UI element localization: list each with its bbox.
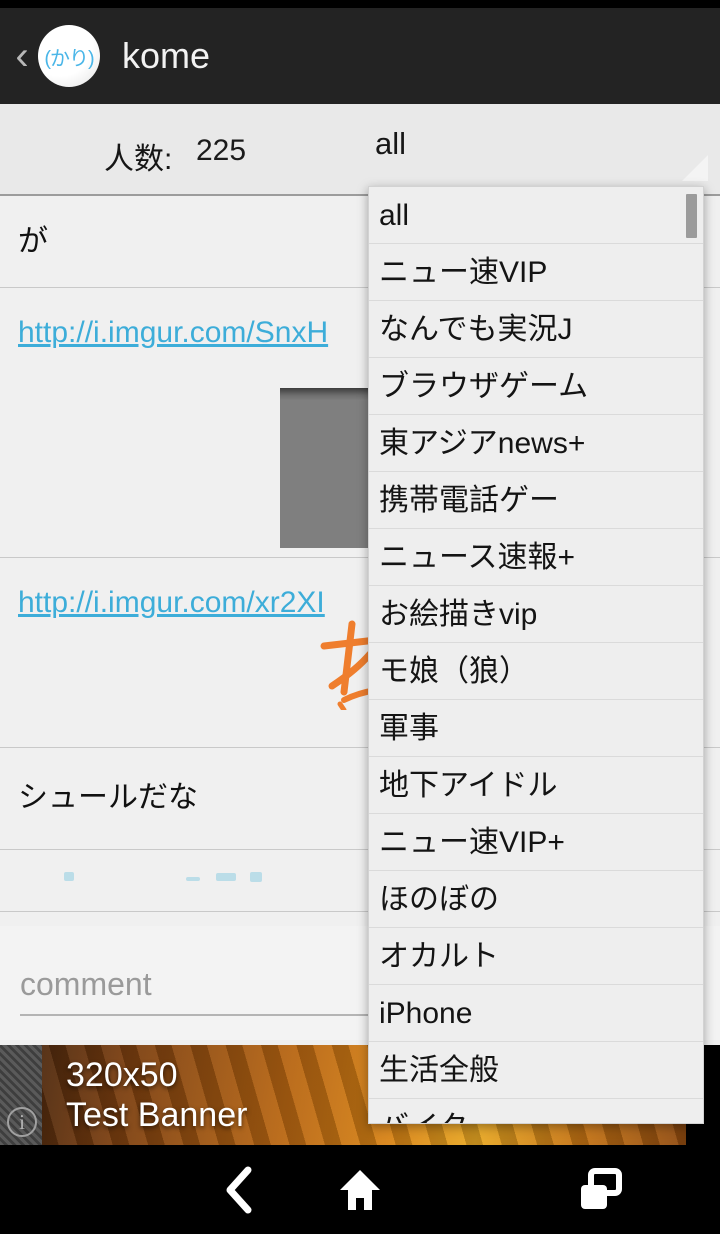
back-icon <box>226 1166 252 1213</box>
app-avatar-label: (かり) <box>44 47 94 70</box>
dropdown-item[interactable]: ブラウザゲーム <box>369 358 703 415</box>
up-back-icon[interactable]: ‹ <box>8 36 36 76</box>
dropdown-item[interactable]: iPhone <box>369 985 703 1042</box>
ad-line-2: Test Banner <box>66 1096 248 1134</box>
dropdown-item[interactable]: ニュー速VIP <box>369 244 703 301</box>
dropdown-item[interactable]: ほのぼの <box>369 871 703 928</box>
dropdown-item[interactable]: ニュー速VIP+ <box>369 814 703 871</box>
post-link[interactable]: http://i.imgur.com/SnxH <box>18 316 328 349</box>
app-screen: ‹ (かり) kome 人数: 225 all が http://i.imgur… <box>0 0 720 1234</box>
recents-icon <box>581 1167 622 1209</box>
ad-text: 320x50 Test Banner <box>66 1055 247 1135</box>
nav-back-button[interactable] <box>180 1145 300 1234</box>
dropdown-item[interactable]: 軍事 <box>369 700 703 757</box>
board-filter-selected-label: all <box>375 126 407 161</box>
dropdown-item[interactable]: ニュース速報+ <box>369 529 703 586</box>
post-link[interactable]: http://i.imgur.com/xr2XI <box>18 586 325 619</box>
info-icon[interactable]: i <box>7 1107 37 1137</box>
dropdown-scrollbar[interactable] <box>686 194 697 238</box>
dropdown-item[interactable]: お絵描きvip <box>369 586 703 643</box>
people-count-label: 人数: <box>104 143 173 176</box>
people-count-value: 225 <box>196 134 247 167</box>
dropdown-item[interactable]: なんでも実況J <box>369 301 703 358</box>
chevron-down-icon <box>682 155 708 181</box>
app-avatar-icon[interactable]: (かり) <box>38 25 100 87</box>
home-icon <box>340 1169 380 1210</box>
dropdown-item[interactable]: all <box>369 187 703 244</box>
nav-home-button[interactable] <box>300 1145 420 1234</box>
status-bar <box>0 0 720 8</box>
board-filter-spinner[interactable]: all <box>375 126 711 182</box>
info-bar: 人数: 225 all <box>0 104 720 196</box>
action-bar: ‹ (かり) kome <box>0 8 720 104</box>
dropdown-item[interactable]: オカルト <box>369 928 703 985</box>
ad-line-1: 320x50 <box>66 1056 178 1094</box>
dropdown-item[interactable]: モ娘（狼） <box>369 643 703 700</box>
dropdown-item[interactable]: バイク <box>369 1099 703 1123</box>
dropdown-item[interactable]: 東アジアnews+ <box>369 415 703 472</box>
dropdown-item[interactable]: 地下アイドル <box>369 757 703 814</box>
board-filter-dropdown[interactable]: all ニュー速VIP なんでも実況J ブラウザゲーム 東アジアnews+ 携帯… <box>368 186 704 1124</box>
page-title: kome <box>122 35 211 76</box>
dropdown-item[interactable]: 携帯電話ゲー <box>369 472 703 529</box>
nav-recents-button[interactable] <box>540 1145 660 1234</box>
dropdown-item[interactable]: 生活全般 <box>369 1042 703 1099</box>
system-navigation-bar <box>0 1145 720 1234</box>
